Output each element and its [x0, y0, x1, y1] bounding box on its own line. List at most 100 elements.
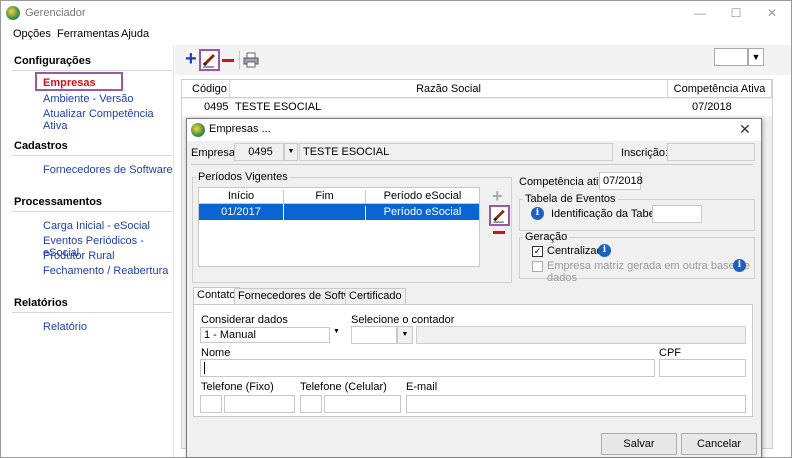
grid-header: Código Razão Social Competência Ativa — [182, 80, 772, 98]
section-title-processamentos: Processamentos — [14, 196, 103, 208]
plus-icon[interactable]: + — [492, 187, 503, 205]
sidebar-item-produtor-rural[interactable]: Produtor Rural — [43, 250, 115, 262]
toolbar-combo[interactable] — [714, 48, 748, 66]
fone-cel-label: Telefone (Celular) — [300, 381, 387, 393]
periodos-table: Início Fim Período eSocial 01/2017 Perío… — [198, 187, 480, 267]
minimize-button[interactable]: — — [685, 5, 715, 21]
menu-opcoes[interactable]: Opções — [13, 28, 51, 40]
email-field[interactable] — [406, 395, 746, 413]
divider — [12, 155, 172, 156]
sidebar-item-fornecedores[interactable]: Fornecedores de Software — [43, 164, 173, 176]
dialog-title-bar: Empresas ... ✕ — [187, 119, 761, 141]
edit-period-button[interactable] — [489, 205, 510, 226]
dialog-title: Empresas ... — [209, 123, 271, 135]
identificacao-field[interactable] — [652, 205, 702, 223]
info-icon[interactable]: i — [531, 207, 544, 220]
divider — [12, 312, 172, 313]
matriz-checkbox[interactable] — [532, 261, 543, 272]
minus-icon[interactable] — [493, 231, 505, 234]
tab-certificado[interactable]: Certificado — [345, 288, 406, 305]
cell-inicio: 01/2017 — [221, 206, 261, 218]
header-periodo[interactable]: Período eSocial — [365, 190, 479, 204]
close-icon[interactable]: ✕ — [739, 121, 751, 138]
header-codigo[interactable]: Código — [182, 80, 230, 98]
table-row[interactable]: 0495 TESTE ESOCIAL 07/2018 — [182, 99, 772, 116]
cancel-button[interactable]: Cancelar — [681, 433, 757, 455]
tab-contato[interactable]: Contato — [193, 287, 240, 305]
cpf-label: CPF — [659, 347, 681, 359]
competencia-field[interactable]: 07/2018 — [599, 172, 643, 190]
periodos-title: Períodos Vigentes — [196, 171, 290, 183]
centralizada-checkbox[interactable]: ✓ — [532, 246, 543, 257]
cpf-field[interactable] — [659, 359, 746, 377]
chevron-down-icon[interactable]: ▼ — [397, 326, 413, 344]
divider — [191, 164, 753, 165]
info-icon[interactable]: i — [598, 244, 611, 257]
fone-cel-ddd-field[interactable] — [300, 395, 322, 413]
toolbar: + ▼ — [175, 45, 791, 75]
cell-fim — [283, 204, 365, 220]
header-inicio[interactable]: Início — [199, 190, 283, 202]
nome-field[interactable] — [200, 359, 655, 377]
plus-icon[interactable]: + — [185, 49, 199, 69]
printer-icon[interactable] — [243, 52, 259, 71]
considerar-label: Considerar dados — [201, 314, 288, 326]
sidebar-item-empresas[interactable]: Empresas — [43, 77, 96, 89]
sidebar-item-relatorio[interactable]: Relatório — [43, 321, 87, 333]
edit-button[interactable] — [199, 49, 220, 71]
empresa-code-field[interactable]: 0495 — [234, 143, 284, 161]
chevron-down-icon[interactable]: ▼ — [284, 143, 298, 161]
section-title-relatorios: Relatórios — [14, 297, 68, 309]
sidebar-item-fechamento[interactable]: Fechamento / Reabertura — [43, 265, 168, 277]
fone-fixo-ddd-field[interactable] — [200, 395, 222, 413]
inscricao-label: Inscrição: — [621, 147, 669, 159]
chevron-down-icon[interactable]: ▼ — [333, 328, 340, 335]
maximize-button[interactable]: ☐ — [721, 5, 751, 21]
divider — [12, 211, 172, 212]
cell-competencia: 07/2018 — [692, 101, 732, 113]
contador-name-field — [416, 326, 746, 344]
fone-cel-field[interactable] — [324, 395, 401, 413]
header-razao-social[interactable]: Razão Social — [230, 80, 668, 98]
main-window: Gerenciador — ☐ ✕ Opções Ferramentas Aju… — [0, 0, 792, 458]
pencil-icon — [202, 53, 216, 68]
toolbar-separator — [239, 51, 240, 69]
cell-periodo: Período eSocial — [365, 206, 479, 220]
empresa-label: Empresa: — [191, 147, 239, 159]
section-title-configuracoes: Configurações — [14, 55, 92, 67]
sidebar-item-atualizar-competencia[interactable]: Atualizar Competência Ativa — [43, 108, 173, 132]
sidebar: Configurações Empresas Ambiente - Versão… — [2, 45, 174, 457]
header-fim[interactable]: Fim — [283, 190, 365, 204]
cell-razao: TESTE ESOCIAL — [235, 101, 322, 113]
info-icon[interactable]: i — [733, 259, 746, 272]
table-row[interactable]: 01/2017 Período eSocial — [199, 204, 479, 220]
nome-label: Nome — [201, 347, 231, 359]
sidebar-item-carga-inicial[interactable]: Carga Inicial - eSocial — [43, 220, 150, 232]
empresa-name-field: TESTE ESOCIAL — [299, 143, 613, 161]
text-cursor — [204, 362, 205, 374]
sidebar-item-ambiente-versao[interactable]: Ambiente - Versão — [43, 93, 134, 105]
app-logo-icon — [191, 123, 205, 137]
pencil-icon — [493, 209, 505, 223]
email-label: E-mail — [406, 381, 438, 393]
title-bar: Gerenciador — ☐ ✕ — [1, 1, 791, 25]
close-button[interactable]: ✕ — [757, 5, 787, 21]
identificacao-label: Identificação da Tabela — [551, 208, 664, 220]
considerar-select[interactable]: 1 - Manual — [200, 327, 330, 343]
minus-icon[interactable] — [222, 59, 234, 62]
menu-ajuda[interactable]: Ajuda — [121, 28, 149, 40]
tabela-eventos-title: Tabela de Eventos — [523, 193, 618, 205]
app-logo-icon — [6, 6, 20, 20]
save-button[interactable]: Salvar — [601, 433, 677, 455]
empresas-dialog: Empresas ... ✕ Empresa: 0495 ▼ TESTE ESO… — [186, 118, 762, 458]
cell-codigo: 0495 — [204, 101, 229, 113]
header-competencia[interactable]: Competência Ativa — [668, 80, 772, 98]
contador-select[interactable] — [351, 326, 397, 344]
menu-bar — [1, 25, 791, 45]
inscricao-field — [667, 143, 755, 161]
divider — [12, 70, 172, 71]
fone-fixo-field[interactable] — [224, 395, 295, 413]
fone-fixo-label: Telefone (Fixo) — [201, 381, 274, 393]
chevron-down-icon[interactable]: ▼ — [748, 48, 764, 66]
menu-ferramentas[interactable]: Ferramentas — [57, 28, 119, 40]
